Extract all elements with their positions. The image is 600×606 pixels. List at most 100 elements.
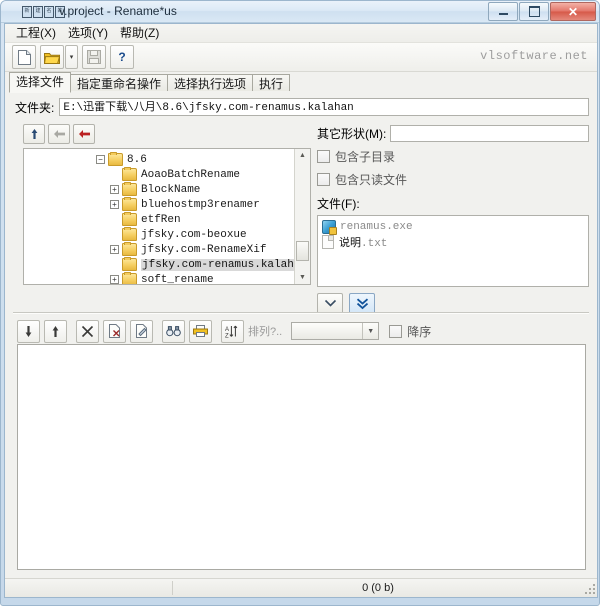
tab-select-files[interactable]: 选择文件 <box>9 72 72 93</box>
tofu-glyph: 新 <box>22 6 32 18</box>
chevron-down-icon: ▾ <box>69 53 74 61</box>
folder-tree-scrollbar[interactable]: ▲ ▼ <box>294 149 310 284</box>
client-area: 工程(X) 选项(Y) 帮助(Z) ▾ ? vlsoftware.net 选择文… <box>4 23 598 598</box>
sort-button[interactable]: A Z <box>221 319 244 343</box>
find-button[interactable] <box>162 319 185 343</box>
remove-all-button[interactable] <box>103 319 126 343</box>
open-project-dropdown[interactable]: ▾ <box>65 45 78 69</box>
tree-expander[interactable]: − <box>96 155 105 164</box>
folder-icon <box>122 272 137 284</box>
tree-item[interactable]: + soft_rename <box>24 272 294 285</box>
main-toolbar: ▾ ? vlsoftware.net <box>5 43 597 72</box>
binoculars-icon <box>166 325 181 336</box>
tree-expander-placeholder <box>110 230 119 239</box>
back-arrow-red-icon <box>78 130 90 138</box>
menu-options[interactable]: 选项(Y) <box>63 23 115 43</box>
tree-nav-toolbar <box>23 124 311 144</box>
close-button[interactable]: ✕ <box>550 2 596 21</box>
tree-expander-placeholder <box>110 215 119 224</box>
close-x-icon <box>81 325 94 337</box>
scroll-down-arrow-icon[interactable]: ▼ <box>295 271 310 284</box>
tree-item[interactable]: jfsky.com-beoxue <box>24 227 294 242</box>
maximize-button[interactable] <box>519 2 549 21</box>
menu-project[interactable]: 工程(X) <box>11 23 63 43</box>
file-edit-icon <box>135 324 147 338</box>
file-remove-icon <box>108 324 120 338</box>
tree-item-selected[interactable]: jfsky.com-renamus.kalahan <box>24 257 309 272</box>
tree-item-label: BlockName <box>141 183 201 196</box>
tree-item[interactable]: + jfsky.com-RenameXif <box>24 242 294 257</box>
up-one-level-button[interactable] <box>23 124 45 144</box>
file-name: renamus.exe <box>340 220 413 233</box>
menu-bar: 工程(X) 选项(Y) 帮助(Z) <box>5 24 597 43</box>
sort-az-icon: A Z <box>225 325 238 338</box>
scroll-up-arrow-icon[interactable]: ▲ <box>295 149 310 162</box>
tree-expander[interactable]: + <box>110 245 119 254</box>
folder-tree-rows: − 8.6 AoaoBatchRename + BlockName + blue… <box>24 152 309 285</box>
include-readonly-row[interactable]: 包含只读文件 <box>317 171 589 188</box>
mask-input[interactable] <box>390 125 589 142</box>
status-file-count: 0 (0 b) <box>362 582 394 594</box>
save-project-button[interactable] <box>82 45 106 69</box>
edit-entry-button[interactable] <box>130 319 153 343</box>
folder-tree-column: − 8.6 AoaoBatchRename + BlockName + blue… <box>15 121 311 307</box>
tree-expander-placeholder <box>110 260 119 269</box>
refresh-button[interactable] <box>73 124 95 144</box>
tree-expander[interactable]: + <box>110 185 119 194</box>
list-item[interactable]: 说明.txt <box>322 234 588 250</box>
txt-file-icon <box>322 234 334 249</box>
add-all-button[interactable] <box>349 293 375 314</box>
tree-item[interactable]: AoaoBatchRename <box>24 167 294 182</box>
tree-expander-placeholder <box>110 170 119 179</box>
arrow-up-icon <box>52 325 59 337</box>
tree-item[interactable]: + bluehostmp3renamer <box>24 197 294 212</box>
tree-item[interactable]: − 8.6 <box>24 152 294 167</box>
include-subdirs-row[interactable]: 包含子目录 <box>317 148 589 165</box>
add-selected-button[interactable] <box>317 293 343 314</box>
chevron-down-icon[interactable]: ▼ <box>362 323 378 339</box>
chevron-down-icon <box>324 299 336 307</box>
tree-item[interactable]: etfRen <box>24 212 294 227</box>
remove-button[interactable] <box>76 319 99 343</box>
folder-icon <box>122 257 137 271</box>
minimize-button[interactable] <box>488 2 518 21</box>
descending-row[interactable]: 降序 <box>389 323 431 340</box>
include-readonly-checkbox[interactable] <box>317 173 330 186</box>
folder-path-input[interactable]: E:\迅雷下载\八月\8.6\jfsky.com-renamus.kalahan <box>59 98 589 116</box>
descending-checkbox[interactable] <box>389 324 403 338</box>
tree-expander[interactable]: + <box>110 200 119 209</box>
move-down-button[interactable] <box>17 319 40 343</box>
new-project-button[interactable] <box>12 45 36 69</box>
panel-divider <box>13 312 589 314</box>
print-button[interactable] <box>189 319 212 343</box>
move-up-button[interactable] <box>44 319 67 343</box>
folder-tree[interactable]: − 8.6 AoaoBatchRename + BlockName + blue… <box>23 148 311 285</box>
selected-files-list[interactable] <box>17 344 586 570</box>
resize-grip[interactable] <box>583 582 595 594</box>
help-button[interactable]: ? <box>110 45 134 69</box>
mask-label: 其它形状(M): <box>317 127 387 141</box>
scrollbar-thumb[interactable] <box>296 241 309 261</box>
window-controls: ✕ <box>488 2 596 21</box>
tree-item[interactable]: + BlockName <box>24 182 294 197</box>
list-item[interactable]: renamus.exe <box>322 219 588 235</box>
tree-expander[interactable]: + <box>110 275 119 284</box>
back-button[interactable] <box>48 124 70 144</box>
tab-strip: 选择文件 指定重命名操作 选择执行选项 执行 <box>5 72 597 93</box>
tree-item-label: soft_rename <box>141 273 214 285</box>
include-subdirs-checkbox[interactable] <box>317 150 330 163</box>
folder-icon <box>122 227 137 241</box>
sort-field-combobox[interactable]: ▼ <box>291 322 380 340</box>
tofu-glyph: 名 <box>44 6 54 18</box>
tree-item-label: etfRen <box>141 213 181 226</box>
tree-item-label: 8.6 <box>127 153 147 166</box>
status-message <box>5 581 173 595</box>
open-project-button[interactable] <box>40 45 64 69</box>
folder-icon <box>122 197 137 211</box>
folder-icon <box>108 152 123 166</box>
new-file-icon <box>17 49 31 65</box>
title-bar[interactable]: 新 建 名 的 v.project - Rename*us ✕ <box>1 1 599 23</box>
file-options-column: 其它形状(M): 包含子目录 包含只读文件 文件(F): renamus.exe… <box>311 121 589 314</box>
files-list[interactable]: renamus.exe 说明.txt <box>317 215 589 287</box>
menu-help[interactable]: 帮助(Z) <box>115 23 166 43</box>
